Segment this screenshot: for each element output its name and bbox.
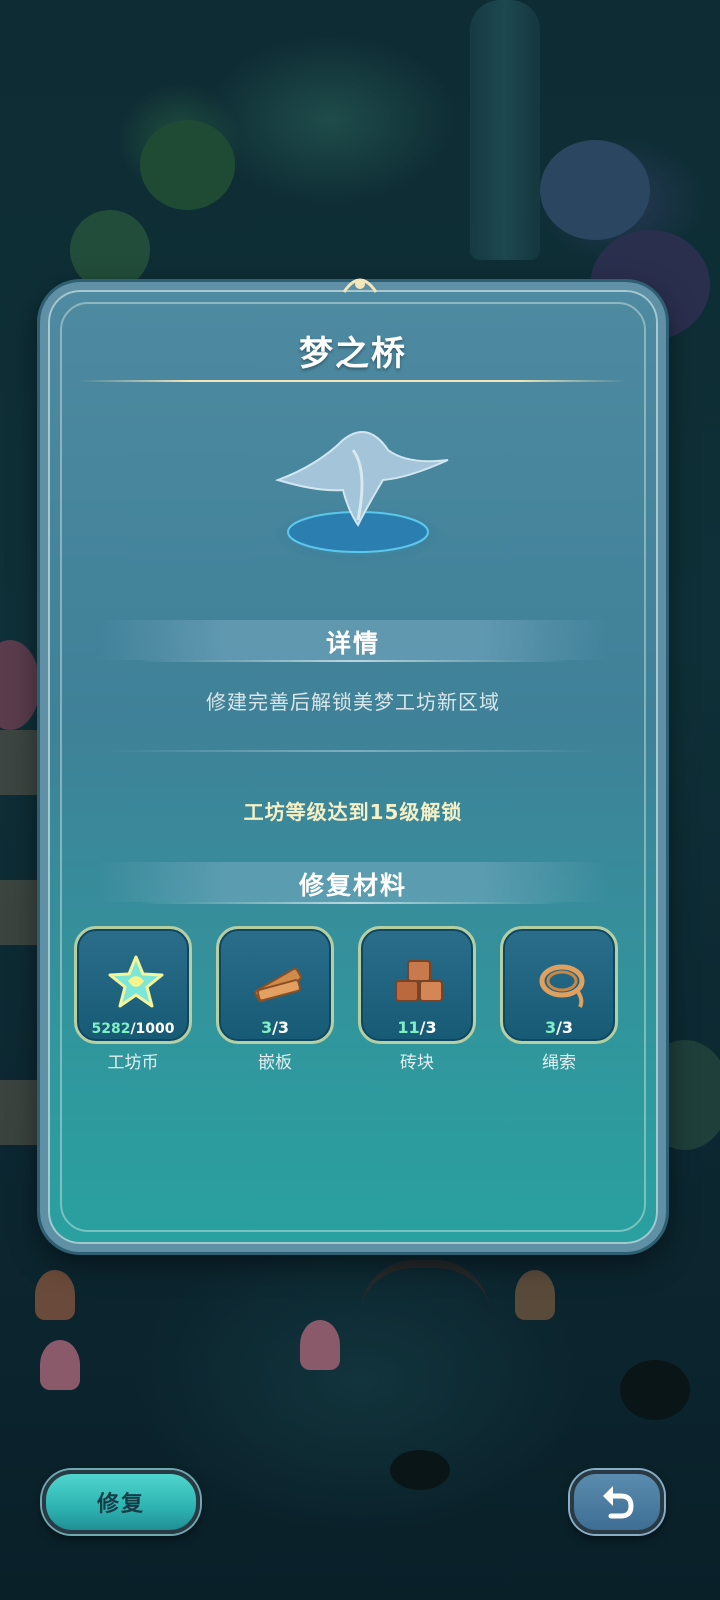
star-coin-icon: [108, 955, 164, 1008]
material-count: 11/3: [397, 1018, 437, 1037]
back-button[interactable]: [570, 1470, 664, 1534]
material-count: 5282/1000: [91, 1021, 175, 1037]
section-divider: [108, 750, 598, 752]
building-detail-panel: 梦之桥 详情 修建完善后解锁美梦工坊新区域 工坊等级达到15级解锁 修复材料 5…: [40, 282, 666, 1252]
mushroom-house: [35, 1270, 75, 1320]
tree-trunk: [470, 0, 540, 260]
wood-planks-icon: [254, 967, 302, 1003]
rope-icon: [539, 964, 585, 1008]
materials-heading: 修复材料: [298, 871, 407, 900]
mushroom-house: [40, 1340, 80, 1390]
side-tab: [0, 880, 45, 945]
panel-title: 梦之桥: [299, 334, 407, 374]
material-name: 绳索: [542, 1053, 576, 1073]
materials-list: 5282/1000 工坊币 3/3 嵌板 11/3 砖块 3/3 绳索: [74, 926, 634, 1076]
material-item-planks[interactable]: 3/3 嵌板: [216, 926, 334, 1073]
material-count: 3/3: [260, 1018, 290, 1037]
material-item-bricks[interactable]: 11/3 砖块: [358, 926, 476, 1073]
mushroom-house: [515, 1270, 555, 1320]
repair-button[interactable]: 修复: [42, 1470, 200, 1534]
bricks-icon: [395, 960, 443, 1002]
details-heading: 详情: [325, 629, 380, 658]
unlock-requirement: 工坊等级达到15级解锁: [243, 800, 463, 824]
undo-arrow-icon: [603, 1486, 634, 1519]
building-description: 修建完善后解锁美梦工坊新区域: [206, 690, 500, 714]
material-card[interactable]: 3/3: [500, 926, 618, 1044]
material-name: 工坊币: [107, 1053, 159, 1073]
details-divider: [138, 660, 568, 662]
material-count: 3/3: [544, 1018, 574, 1037]
title-divider: [80, 380, 626, 382]
material-item-workshop-coin[interactable]: 5282/1000 工坊币: [74, 926, 192, 1073]
material-card[interactable]: 11/3: [358, 926, 476, 1044]
mushroom-house: [300, 1320, 340, 1370]
rock: [390, 1450, 450, 1490]
side-tab: [0, 730, 45, 795]
tree-canopy: [0, 640, 40, 730]
rock: [620, 1360, 690, 1420]
bridge-scenery: [360, 1260, 490, 1315]
material-name: 砖块: [400, 1053, 434, 1073]
materials-divider: [138, 902, 568, 904]
side-tab: [0, 1080, 45, 1145]
material-card[interactable]: 5282/1000: [74, 926, 192, 1044]
material-card[interactable]: 3/3: [216, 926, 334, 1044]
tree-canopy: [70, 210, 150, 290]
tree-canopy: [540, 140, 650, 240]
tree-canopy: [140, 120, 235, 210]
crest-ornament-icon: [342, 278, 378, 293]
dream-bridge-preview-icon: [273, 431, 449, 563]
material-item-rope[interactable]: 3/3 绳索: [500, 926, 618, 1073]
material-name: 嵌板: [258, 1053, 292, 1073]
